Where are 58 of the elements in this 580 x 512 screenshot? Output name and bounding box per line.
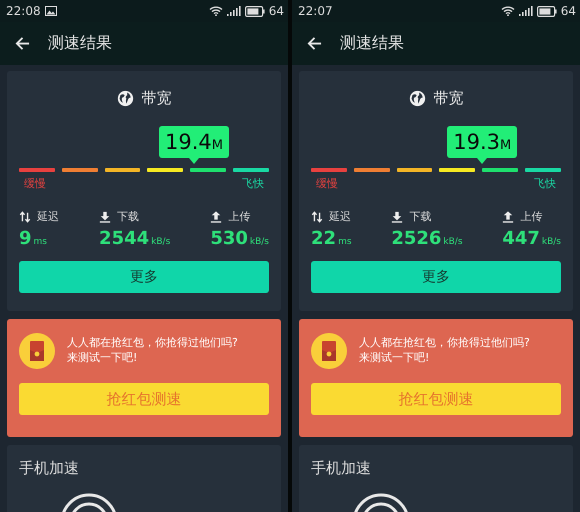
battery-icon (244, 6, 265, 16)
stat-unit: kB/s (542, 237, 561, 247)
battery-level: 64 (560, 4, 576, 18)
back-icon[interactable] (15, 36, 30, 51)
status-time: 22:08 (6, 4, 41, 18)
section-title: 手机加速 (311, 459, 372, 478)
signal-icon (518, 6, 533, 16)
page-title: 测速结果 (48, 33, 112, 54)
upload-icon (210, 210, 222, 222)
slow-label: 缓慢 (24, 176, 46, 191)
download-icon (391, 210, 404, 222)
more-button[interactable]: 更多 (311, 261, 561, 293)
stat-value: 9 (19, 228, 32, 249)
more-button[interactable]: 更多 (19, 261, 269, 293)
stat-value: 2526 (391, 228, 442, 249)
battery-icon (536, 6, 557, 16)
pointer-icon (189, 158, 199, 164)
stat-unit: kB/s (443, 237, 463, 247)
stat-label: 上传 (228, 209, 250, 224)
globe-icon (408, 90, 426, 107)
stat-unit: kB/s (151, 237, 170, 247)
back-icon[interactable] (307, 36, 322, 51)
wifi-icon (208, 6, 223, 16)
bandwidth-title: 带宽 (142, 89, 172, 108)
promo-text: 人人都在抢红包，你抢得过他们吗? 来测试一下吧! (67, 336, 238, 366)
speed-bubble: 19.4M (159, 126, 229, 158)
section-title: 手机加速 (19, 459, 80, 478)
signal-icon (226, 6, 241, 16)
globe-icon (116, 90, 134, 107)
promo-text: 人人都在抢红包，你抢得过他们吗? 来测试一下吧! (359, 336, 530, 366)
stat-value: 447 (502, 228, 540, 249)
wifi-icon (500, 6, 515, 16)
stat-label: 延迟 (329, 209, 351, 224)
download-icon (99, 210, 112, 222)
stat-value: 530 (210, 228, 248, 249)
stat-label: 上传 (520, 209, 542, 224)
stat-unit: ms (338, 237, 352, 247)
up-down-arrows-icon (19, 210, 31, 222)
fast-label: 飞快 (242, 176, 264, 191)
stat-unit: ms (34, 237, 47, 247)
status-time: 22:07 (298, 4, 333, 18)
upload-icon (502, 210, 514, 222)
up-down-arrows-icon (311, 210, 323, 222)
pointer-icon (477, 158, 488, 164)
slow-label: 缓慢 (316, 176, 338, 191)
stat-label: 下载 (117, 209, 140, 224)
bandwidth-title: 带宽 (434, 89, 464, 108)
speed-bubble: 19.3M (447, 126, 518, 158)
envelope-icon (19, 333, 55, 369)
stat-unit: kB/s (250, 237, 269, 247)
stat-label: 下载 (409, 209, 432, 224)
stat-value: 22 (311, 228, 336, 249)
stat-label: 延迟 (37, 209, 59, 224)
battery-level: 64 (268, 4, 284, 18)
stat-value: 2544 (99, 228, 150, 249)
envelope-icon (311, 333, 347, 369)
page-title: 测速结果 (340, 33, 404, 54)
fast-label: 飞快 (534, 176, 556, 191)
